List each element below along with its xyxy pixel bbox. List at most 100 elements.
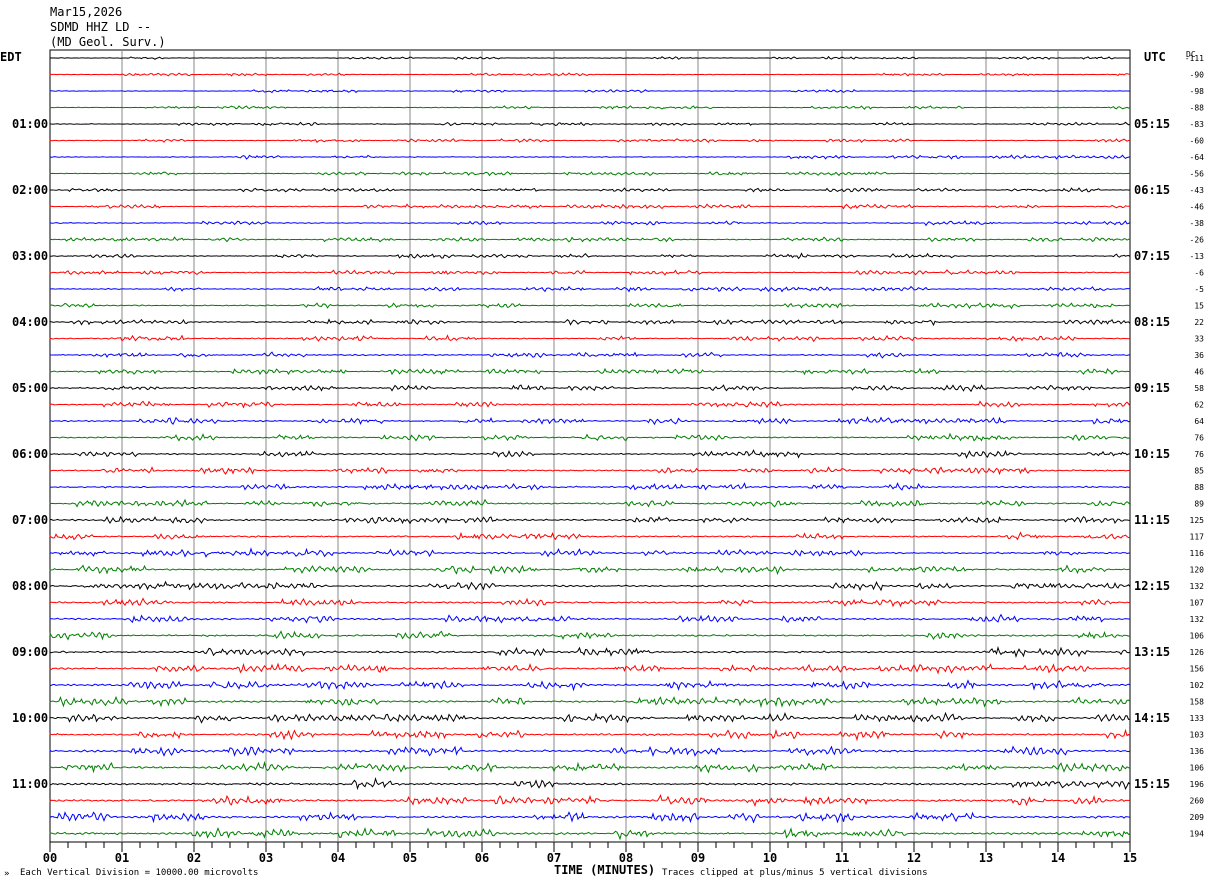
trace-row: [49, 466, 1131, 476]
dc-offset: 132: [1190, 582, 1205, 591]
trace-row: [49, 121, 1131, 127]
trace-row: [49, 449, 1131, 459]
dc-offset: 107: [1190, 599, 1205, 608]
trace-row: [49, 400, 1131, 409]
dc-offset: 126: [1190, 648, 1205, 657]
trace-row: [49, 564, 1131, 576]
left-hour-label: 05:00: [12, 381, 48, 395]
trace-row: [49, 531, 1131, 541]
dc-offset: 76: [1194, 434, 1204, 443]
dc-offset: 85: [1194, 467, 1204, 476]
dc-offset: -26: [1190, 236, 1205, 245]
right-hour-label: 11:15: [1134, 513, 1170, 527]
trace-row: [49, 597, 1131, 608]
trace-row: [49, 203, 1131, 210]
trace-row: [49, 187, 1131, 193]
header-date: Mar15,2026: [50, 5, 122, 19]
trace-row: [49, 482, 1131, 491]
dc-offset: 158: [1190, 698, 1205, 707]
dc-offset: -13: [1190, 252, 1205, 261]
dc-offset: 89: [1194, 500, 1204, 509]
trace-row: [49, 745, 1131, 758]
row-labels: -111 -90 -98 -88 -83 -60 -64 -56 -43 -46 -38 -26 -13…: [12, 54, 1204, 839]
scale-note: Each Vertical Division = 10000.00 microv…: [20, 868, 258, 878]
trace-row: [49, 826, 1131, 841]
trace-row: [49, 154, 1131, 160]
dc-offset: 117: [1190, 533, 1205, 542]
logo-mark: »: [4, 869, 9, 879]
trace-row: [49, 613, 1131, 624]
x-tick-label: 02: [187, 851, 201, 865]
trace-row: [49, 72, 1131, 77]
x-tick-label: 04: [331, 851, 345, 865]
left-hour-label: 09:00: [12, 645, 48, 659]
trace-row: [49, 580, 1131, 592]
dc-offset: -46: [1190, 203, 1205, 212]
dc-offset: 106: [1190, 764, 1205, 773]
trace-row: [49, 695, 1131, 709]
dc-offset: 260: [1190, 797, 1205, 806]
right-hour-label: 15:15: [1134, 777, 1170, 791]
left-hour-label: 02:00: [12, 183, 48, 197]
helicorder-chart: Mar15,2026 SDMD HHZ LD -- (MD Geol. Surv…: [0, 5, 1204, 879]
dc-offset: 194: [1190, 830, 1205, 839]
plot-frame: [49, 49, 1131, 843]
dc-offset: 102: [1190, 681, 1205, 690]
dc-offset: 58: [1194, 384, 1204, 393]
header-network: (MD Geol. Surv.): [50, 35, 166, 49]
dc-offset: 125: [1190, 516, 1205, 525]
trace-row: [49, 794, 1131, 808]
left-hour-label: 01:00: [12, 117, 48, 131]
left-hour-label: 03:00: [12, 249, 48, 263]
right-hour-label: 05:15: [1134, 117, 1170, 131]
dc-offset: -5: [1194, 285, 1204, 294]
dc-offset: -98: [1190, 87, 1205, 96]
dc-offset: 106: [1190, 632, 1205, 641]
trace-row: [49, 138, 1131, 144]
trace-row: [49, 811, 1131, 824]
trace-row: [49, 760, 1131, 774]
trace-row: [49, 285, 1131, 293]
dc-offset: 22: [1194, 318, 1204, 327]
dc-offset: 209: [1190, 813, 1205, 822]
trace-row: [49, 515, 1131, 525]
right-hour-label: 06:15: [1134, 183, 1170, 197]
left-hour-label: 06:00: [12, 447, 48, 461]
trace-row: [49, 547, 1131, 558]
x-axis-title: TIME (MINUTES): [554, 863, 655, 877]
left-hour-label: 11:00: [12, 777, 48, 791]
dc-offset: -6: [1194, 269, 1204, 278]
trace-row: [49, 89, 1131, 94]
right-hour-label: 08:15: [1134, 315, 1170, 329]
dc-offset: -90: [1190, 71, 1205, 80]
dc-offset: 116: [1190, 549, 1205, 558]
trace-row: [49, 498, 1131, 508]
x-tick-label: 13: [979, 851, 993, 865]
dc-offset: 33: [1194, 335, 1204, 344]
left-hour-label: 04:00: [12, 315, 48, 329]
right-hour-label: 12:15: [1134, 579, 1170, 593]
dc-offset: -83: [1190, 120, 1205, 129]
right-hour-label: 10:15: [1134, 447, 1170, 461]
trace-row: [49, 171, 1131, 177]
dc-offset: 36: [1194, 351, 1204, 360]
right-hour-label: 14:15: [1134, 711, 1170, 725]
traces: [49, 55, 1131, 841]
dc-offset: 103: [1190, 731, 1205, 740]
header-station: SDMD HHZ LD --: [50, 20, 151, 34]
left-hour-label: 10:00: [12, 711, 48, 725]
dc-offset: 156: [1190, 665, 1205, 674]
trace-row: [49, 728, 1131, 742]
trace-row: [49, 269, 1131, 276]
dc-offset: -88: [1190, 104, 1205, 113]
trace-row: [49, 55, 1131, 61]
dc-offset: 76: [1194, 450, 1204, 459]
x-tick-label: 06: [475, 851, 489, 865]
left-timezone: EDT: [0, 50, 22, 64]
x-tick-label: 14: [1051, 851, 1065, 865]
x-tick-label: 12: [907, 851, 921, 865]
right-timezone: UTC: [1144, 50, 1166, 64]
right-hour-label: 07:15: [1134, 249, 1170, 263]
trace-row: [49, 302, 1131, 310]
trace-row: [49, 432, 1131, 442]
